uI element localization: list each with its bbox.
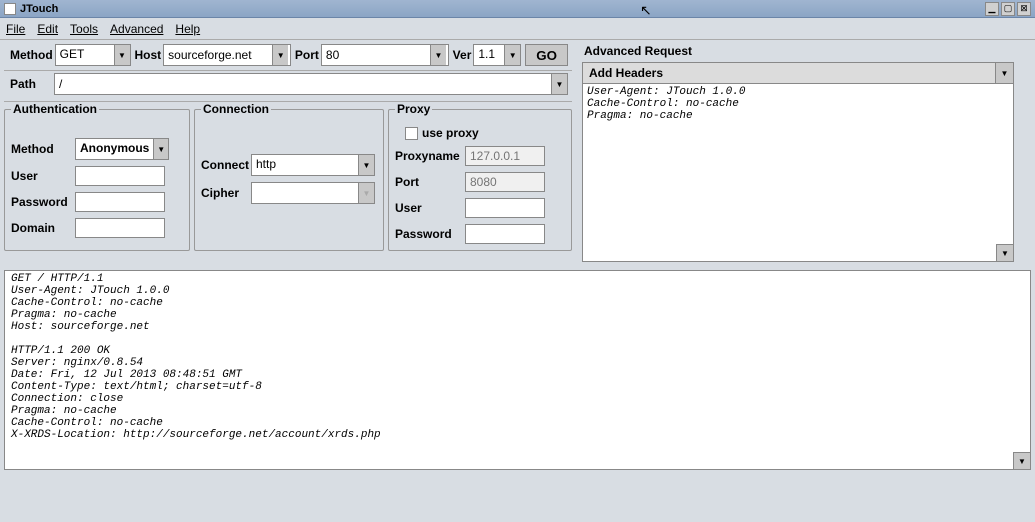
chevron-down-icon[interactable]: ▼ <box>430 45 446 65</box>
proxy-port-input[interactable] <box>465 172 545 192</box>
connect-label: Connect <box>201 158 251 172</box>
use-proxy-checkbox[interactable] <box>405 127 418 140</box>
menu-help[interactable]: Help <box>175 22 200 36</box>
chevron-down-icon[interactable]: ▼ <box>551 74 567 94</box>
port-input[interactable]: ▼ <box>321 44 449 66</box>
auth-domain-label: Domain <box>11 221 75 235</box>
chevron-down-icon: ▼ <box>358 183 374 203</box>
host-label: Host <box>133 44 164 66</box>
scroll-down-icon[interactable]: ▼ <box>1013 452 1031 470</box>
proxy-user-label: User <box>395 201 465 215</box>
headers-textarea[interactable]: User-Agent: JTouch 1.0.0 Cache-Control: … <box>582 84 1014 262</box>
conn-group: Connection Connect http ▼ Cipher ▼ <box>194 102 384 251</box>
output-textarea[interactable]: GET / HTTP/1.1 User-Agent: JTouch 1.0.0 … <box>4 270 1031 470</box>
connect-select[interactable]: http ▼ <box>251 154 375 176</box>
menu-edit[interactable]: Edit <box>37 22 58 36</box>
proxy-pass-label: Password <box>395 227 465 241</box>
auth-user-input[interactable] <box>75 166 165 186</box>
auth-domain-input[interactable] <box>75 218 165 238</box>
auth-method-label: Method <box>11 142 75 156</box>
conn-legend: Connection <box>201 102 271 116</box>
close-button[interactable]: ⊠ <box>1017 2 1031 16</box>
method-label: Method <box>8 44 55 66</box>
proxyname-label: Proxyname <box>395 149 465 163</box>
use-proxy-label: use proxy <box>422 126 479 140</box>
auth-legend: Authentication <box>11 102 99 116</box>
app-icon <box>4 3 16 15</box>
proxy-group: Proxy use proxy Proxyname Port User Pass… <box>388 102 572 251</box>
menu-advanced[interactable]: Advanced <box>110 22 163 36</box>
go-button[interactable]: GO <box>525 44 568 66</box>
path-input[interactable]: ▼ <box>54 73 568 95</box>
menu-file[interactable]: File <box>6 22 25 36</box>
cipher-label: Cipher <box>201 186 251 200</box>
menu-tools[interactable]: Tools <box>70 22 98 36</box>
ver-select[interactable]: 1.1 ▼ <box>473 44 521 66</box>
titlebar: JTouch ↖ ▁ ▢ ⊠ <box>0 0 1035 18</box>
scroll-down-icon[interactable]: ▼ <box>996 244 1014 262</box>
proxy-user-input[interactable] <box>465 198 545 218</box>
auth-pass-input[interactable] <box>75 192 165 212</box>
add-headers-select[interactable]: Add Headers ▼ <box>582 62 1014 84</box>
window-title: JTouch <box>20 3 985 15</box>
adv-request-title: Advanced Request <box>582 40 1014 62</box>
auth-pass-label: Password <box>11 195 75 209</box>
chevron-down-icon[interactable]: ▼ <box>358 155 374 175</box>
chevron-down-icon[interactable]: ▼ <box>153 139 168 159</box>
auth-user-label: User <box>11 169 75 183</box>
host-input[interactable]: ▼ <box>163 44 291 66</box>
auth-method-select[interactable]: Anonymous ▼ <box>75 138 169 160</box>
chevron-down-icon[interactable]: ▼ <box>504 45 520 65</box>
minimize-button[interactable]: ▁ <box>985 2 999 16</box>
chevron-down-icon[interactable]: ▼ <box>114 45 130 65</box>
proxyname-input[interactable] <box>465 146 545 166</box>
proxy-legend: Proxy <box>395 102 432 116</box>
ver-label: Ver <box>451 44 474 66</box>
auth-group: Authentication Method Anonymous ▼ User P… <box>4 102 190 251</box>
port-label: Port <box>293 44 321 66</box>
maximize-button[interactable]: ▢ <box>1001 2 1015 16</box>
proxy-port-label: Port <box>395 175 465 189</box>
chevron-down-icon[interactable]: ▼ <box>995 63 1013 83</box>
chevron-down-icon[interactable]: ▼ <box>272 45 288 65</box>
method-select[interactable]: GET ▼ <box>55 44 131 66</box>
menubar: File Edit Tools Advanced Help <box>0 18 1035 40</box>
path-label: Path <box>8 73 54 95</box>
cipher-select: ▼ <box>251 182 375 204</box>
proxy-pass-input[interactable] <box>465 224 545 244</box>
